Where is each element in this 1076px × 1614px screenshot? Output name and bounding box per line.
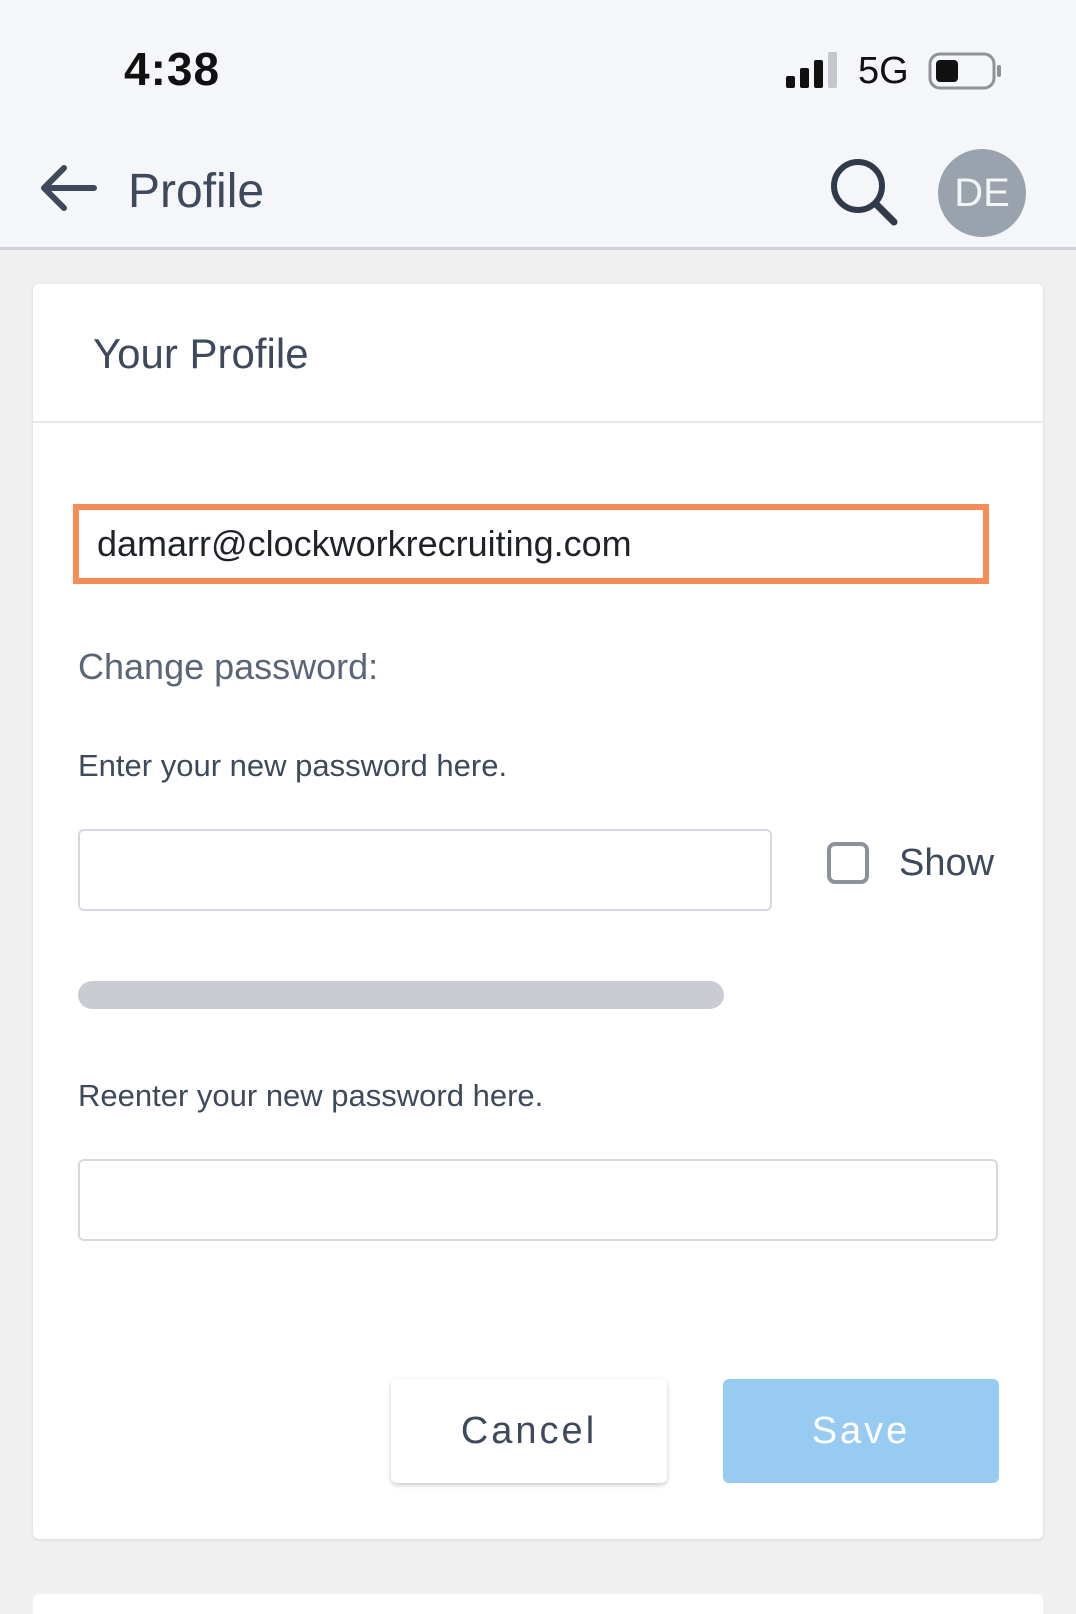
save-button[interactable]: Save [723, 1379, 999, 1483]
show-password-checkbox[interactable] [827, 842, 869, 884]
page-title: Profile [128, 165, 265, 218]
password-strength-meter [78, 981, 724, 1009]
reenter-password-input[interactable] [78, 1159, 998, 1241]
network-label: 5G [858, 50, 909, 92]
status-bar: 4:38 5G [0, 0, 1076, 128]
card-title: Your Profile [93, 330, 309, 377]
new-password-input[interactable] [78, 829, 772, 911]
cancel-button[interactable]: Cancel [391, 1379, 667, 1483]
email-field[interactable] [73, 504, 989, 584]
profile-card: Your Profile Change password: Enter your… [33, 284, 1043, 1539]
search-icon[interactable] [826, 154, 902, 230]
arrow-left-icon[interactable] [34, 160, 104, 216]
show-password-label[interactable]: Show [899, 842, 994, 885]
battery-icon [928, 52, 1001, 90]
card-header: Your Profile [33, 284, 1043, 423]
avatar[interactable]: DE [938, 149, 1026, 237]
status-time: 4:38 [124, 43, 221, 95]
change-password-label: Change password: [78, 646, 379, 687]
new-password-label: Enter your new password here. [78, 748, 508, 783]
reenter-password-label: Reenter your new password here. [78, 1078, 544, 1113]
cellular-signal-icon [786, 52, 837, 88]
app-header: Profile DE [0, 128, 1076, 250]
next-card-edge [33, 1594, 1043, 1614]
